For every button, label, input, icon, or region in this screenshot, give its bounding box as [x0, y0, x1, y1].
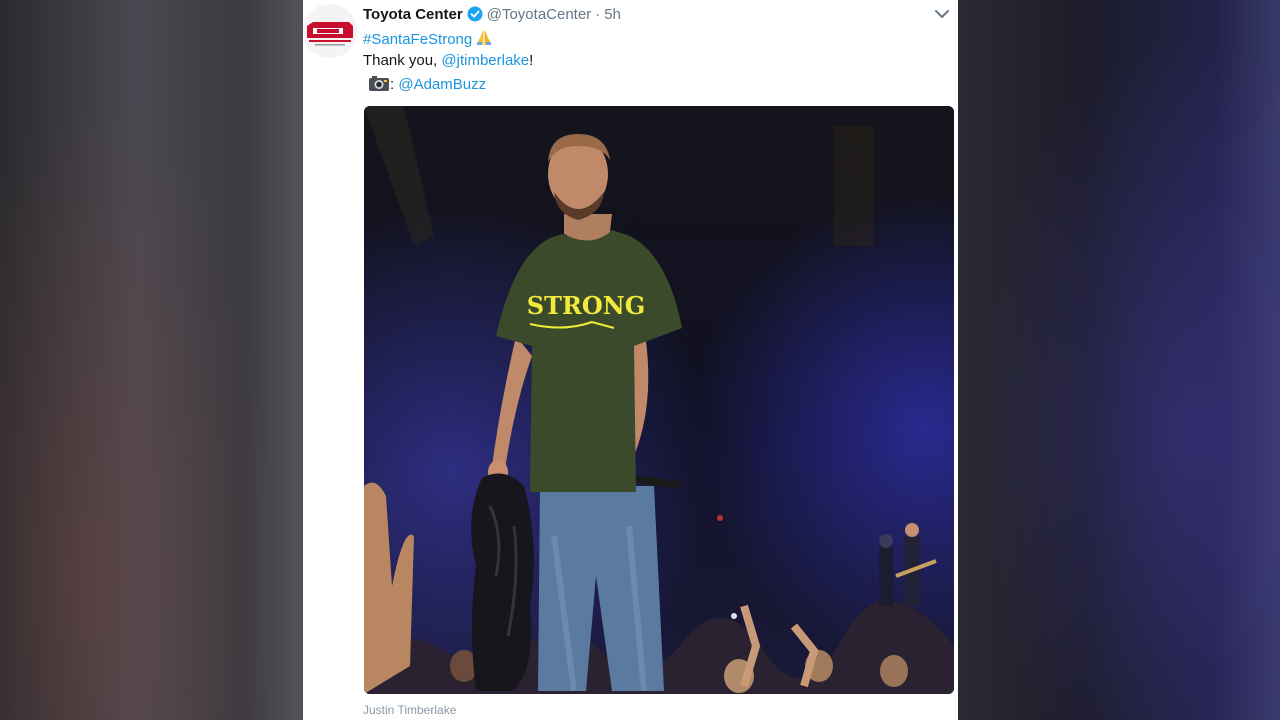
- video-background-right: [958, 0, 1280, 720]
- mention-link[interactable]: @jtimberlake: [441, 52, 529, 69]
- user-handle[interactable]: @ToyotaCenter: [487, 6, 591, 23]
- tweet-header: Toyota Center @ToyotaCenter · 5h: [363, 4, 621, 24]
- media-caption: Justin Timberlake: [363, 703, 457, 717]
- camera-icon: [368, 74, 390, 98]
- hashtag-link[interactable]: #SantaFeStrong: [363, 31, 472, 48]
- concert-photo: STRONG: [364, 106, 954, 694]
- toyota-center-logo-icon: [303, 4, 357, 58]
- display-name[interactable]: Toyota Center: [363, 6, 463, 23]
- folded-hands-icon: [475, 28, 493, 52]
- tweet-card: Toyota Center @ToyotaCenter · 5h #SantaF…: [303, 0, 958, 720]
- separator-dot: ·: [595, 5, 601, 23]
- avatar[interactable]: [303, 4, 357, 58]
- tweet-text-line-2: Thank you, @jtimberlake!: [363, 51, 533, 71]
- chevron-down-icon[interactable]: [933, 6, 951, 22]
- tweet-text-line-3: : @AdamBuzz: [368, 74, 486, 94]
- timestamp[interactable]: 5h: [604, 6, 621, 23]
- tweet-photo[interactable]: STRONG: [364, 106, 954, 694]
- exclamation-text: !: [529, 52, 534, 69]
- video-background-left: [0, 0, 303, 720]
- tweet-text-line-1: #SantaFeStrong: [363, 28, 493, 48]
- shirt-text: STRONG: [527, 291, 645, 320]
- photo-credit-link[interactable]: @AdamBuzz: [398, 76, 486, 93]
- thank-you-text: Thank you,: [363, 52, 442, 69]
- verified-badge-icon: [467, 6, 483, 22]
